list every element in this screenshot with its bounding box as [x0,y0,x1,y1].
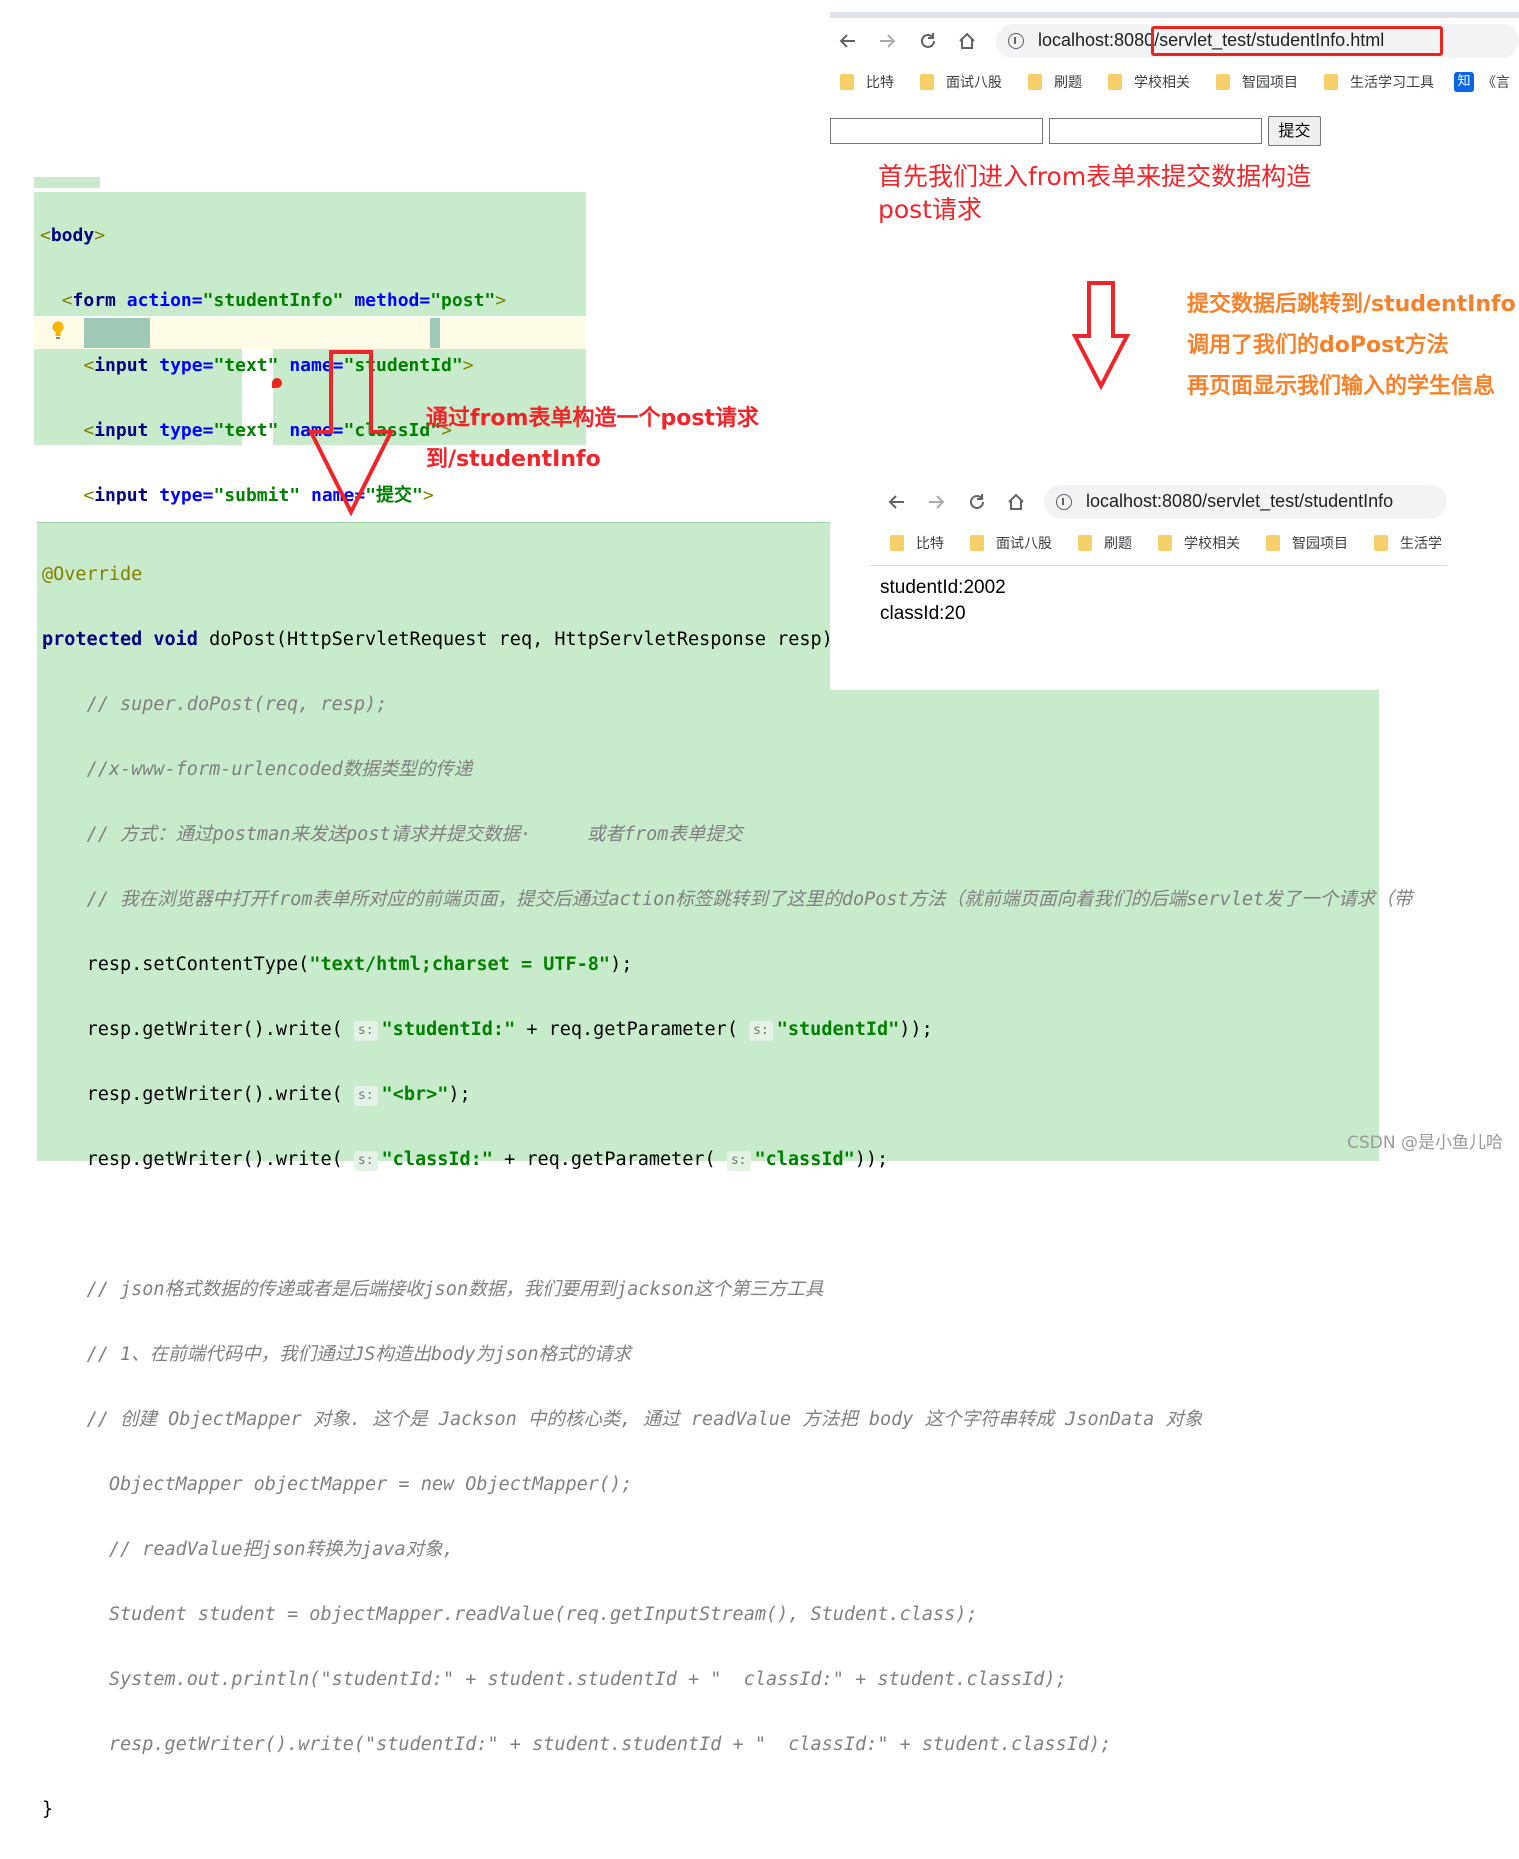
code-line: //x-www-form-urlencoded数据类型的传递 [86,758,473,780]
bookmark-item[interactable]: 面试八股 [920,72,1028,92]
bookmark-item[interactable]: 刷题 [1078,533,1158,553]
code-line: resp.getWriter().write( s: "<br>"); [86,1083,471,1106]
bookmark-item[interactable]: 面试八股 [970,533,1078,553]
code-line: resp.getWriter().write( s: "studentId:" +… [86,1018,933,1041]
info-icon[interactable] [1056,494,1072,510]
code-line: <input type="submit" name="提交"> [83,484,434,506]
forward-icon[interactable] [924,490,948,514]
result-class-id: classId:20 [880,603,966,624]
info-icon[interactable] [1008,33,1024,49]
class-id-input[interactable] [1049,118,1262,144]
param-hint: s: [749,1020,773,1041]
bookmark-zhihu[interactable]: 知《言 [1454,72,1510,92]
bookmark-item[interactable]: 智园项目 [1216,72,1324,92]
code-line: // 创建 ObjectMapper 对象. 这个是 Jackson 中的核心类… [86,1408,1203,1430]
bookmark-item[interactable]: 学校相关 [1108,72,1216,92]
folder-icon [970,535,984,551]
bookmark-item[interactable]: 生活学 [1374,533,1442,553]
code-line: System.out.println("studentId:" + studen… [108,1668,1067,1690]
code-line: <body> [40,224,106,246]
bookmark-item[interactable]: 比特 [890,533,970,553]
bookmark-item[interactable]: 刷题 [1028,72,1108,92]
bookmark-item[interactable]: 比特 [840,72,920,92]
back-icon[interactable] [836,29,860,53]
folder-icon [1324,74,1338,90]
folder-icon [1158,535,1172,551]
code-line: resp.setContentType("text/html;charset =… [86,953,633,975]
java-code-block: @Override protected void doPost(HttpServ… [42,526,1412,1859]
code-line: ObjectMapper objectMapper = new ObjectMa… [108,1473,633,1495]
code-line: // 方式：通过postman来发送post请求并提交数据· 或者from表单提… [86,823,743,845]
forward-icon[interactable] [875,29,899,53]
code-line: Student student = objectMapper.readValue… [108,1603,978,1625]
code-line: <form action="studentInfo" method="post"… [61,289,507,311]
home-icon[interactable] [955,29,979,53]
folder-icon [1108,74,1122,90]
folder-icon [1078,535,1092,551]
bookmarks-bar: 比特 面试八股 刷题 学校相关 智园项目 生活学 [890,528,1442,558]
arrow-down-icon [307,350,395,517]
folder-icon [1216,74,1230,90]
address-bar[interactable]: localhost:8080/servlet_test/studentInfo [1044,485,1447,519]
bookmarks-bar: 比特 面试八股 刷题 学校相关 智园项目 生活学习工具 知《言 [840,67,1510,97]
reload-icon[interactable] [965,490,989,514]
bookmark-item[interactable]: 智园项目 [1266,533,1374,553]
arrow-down-icon [1071,281,1131,391]
result-student-id: studentId:2002 [880,577,1006,598]
folder-icon [840,74,854,90]
code-line: resp.getWriter().write( s: "classId:" + r… [86,1148,889,1171]
note-right: 提交数据后跳转到/studentInfo 调用了我们的doPost方法 再页面显… [1187,292,1516,399]
code-line: // super.doPost(req, resp); [86,693,388,715]
bookmark-item[interactable]: 生活学习工具 [1324,72,1454,92]
code-line: // json格式数据的传递或者是后端接收json数据，我们要用到jackson… [86,1278,824,1300]
watermark: CSDN @是小鱼儿哈 [1347,1133,1503,1153]
folder-icon [920,74,934,90]
zhihu-icon: 知 [1454,72,1474,92]
toolbar-divider [870,565,1447,566]
folder-icon [1028,74,1042,90]
student-id-input[interactable] [830,118,1043,144]
url-text: localhost:8080/servlet_test/studentInfo [1086,491,1394,511]
tab-strip [830,12,1519,18]
code-line: // 1、在前端代码中，我们通过JS构造出body为json格式的请求 [86,1343,631,1365]
folder-icon [1266,535,1280,551]
code-line: } [42,1798,54,1820]
code-line: <input type="text" name="studentId"> [83,354,474,376]
back-icon[interactable] [885,490,909,514]
folder-icon [1374,535,1388,551]
bookmark-item[interactable]: 学校相关 [1158,533,1266,553]
param-hint: s: [353,1020,378,1041]
url-highlight-box [1151,26,1443,56]
code-line: // readValue把json转换为java对象, [108,1538,454,1560]
code-line: resp.getWriter().write("studentId:" + st… [108,1733,1112,1755]
panel-divider [37,522,830,523]
folder-icon [890,535,904,551]
reload-icon[interactable] [916,29,940,53]
submit-button[interactable]: 提交 [1268,116,1321,146]
home-icon[interactable] [1004,490,1028,514]
note-middle: 通过from表单构造一个post请求 到/studentInfo [426,406,759,472]
code-line: // 我在浏览器中打开from表单所对应的前端页面，提交后通过action标签跳… [86,888,1413,910]
note-top: 首先我们进入from表单来提交数据构造 post请求 [878,162,1312,224]
param-hint: s: [353,1085,378,1106]
